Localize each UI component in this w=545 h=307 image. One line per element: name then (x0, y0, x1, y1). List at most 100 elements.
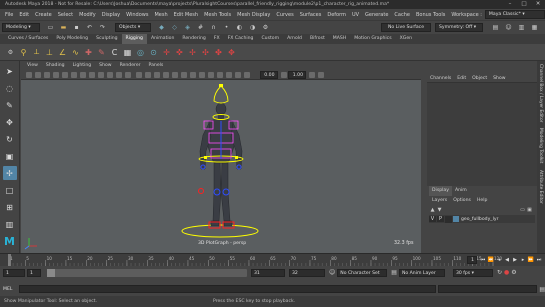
shelf-tab-arnold[interactable]: Arnold (283, 34, 306, 44)
anim-prefs-icon[interactable]: ⚙ (511, 269, 516, 276)
lasso-tool-icon[interactable]: ◌ (3, 81, 17, 95)
menu-edit-mesh[interactable]: Edit Mesh (171, 12, 201, 18)
outliner-layout-icon[interactable]: ▥ (3, 217, 17, 231)
shelf-tab-fx-caching[interactable]: FX Caching (224, 34, 258, 44)
field-chart-icon[interactable] (106, 71, 113, 78)
shelf-settings-icon[interactable]: ⚙ (5, 47, 16, 58)
new-layer-selected-icon[interactable]: ▣ (526, 207, 533, 213)
auto-key-icon[interactable]: ● (504, 269, 509, 276)
move-tool-icon[interactable]: ✥ (3, 115, 17, 129)
script-editor-icon[interactable]: ▤ (539, 286, 545, 293)
menu-mesh[interactable]: Mesh (151, 12, 170, 18)
redo-icon[interactable]: ↷ (97, 22, 108, 33)
command-input[interactable] (18, 285, 436, 293)
orient-constraint-icon[interactable]: ✢ (187, 47, 198, 58)
wireframe-on-shaded-icon[interactable] (163, 71, 169, 78)
select-tool-icon[interactable]: ➤ (3, 64, 17, 78)
channel-box-menu-show[interactable]: Show (490, 74, 508, 83)
side-tab-attribute-editor[interactable]: Attribute Editor (538, 167, 543, 207)
anti-aliasing-icon[interactable] (217, 71, 223, 78)
motion-blur-icon[interactable] (208, 71, 214, 78)
loop-icon[interactable]: ↻ (497, 269, 502, 276)
aim-constraint-icon[interactable]: ✤ (213, 47, 224, 58)
undo-icon[interactable]: ↶ (84, 22, 95, 33)
channel-box-menu-object[interactable]: Object (469, 74, 490, 83)
camera-attributes-icon[interactable] (43, 71, 50, 78)
range-slider-handle[interactable] (47, 268, 55, 277)
current-frame-field[interactable]: 1 (467, 256, 477, 264)
workspace-dropdown[interactable]: Maya Classic* ▾ (484, 10, 545, 19)
character-set-icon[interactable]: ☺ (329, 269, 335, 276)
rotate-tool-icon[interactable]: ↻ (3, 132, 17, 146)
viewport-menu-lighting[interactable]: Lighting (69, 61, 96, 70)
shelf-tab-rigging[interactable]: Rigging (121, 34, 147, 44)
smooth-shade-icon[interactable] (145, 71, 151, 78)
point-constraint-icon[interactable]: ✜ (174, 47, 185, 58)
symmetry-dropdown[interactable]: Symmetry: Off ▾ (435, 23, 483, 32)
resolution-gate-icon[interactable] (88, 71, 95, 78)
use-all-lights-icon[interactable] (181, 71, 187, 78)
menu-surfaces[interactable]: Surfaces (297, 12, 325, 18)
menu-windows[interactable]: Windows (123, 12, 151, 18)
safe-action-icon[interactable] (115, 71, 122, 78)
pole-vector-icon[interactable]: ✥ (226, 47, 237, 58)
anim-layer-icon[interactable]: ▤ (391, 269, 397, 276)
animation-end-field[interactable]: 32 (289, 268, 325, 277)
maximize-icon[interactable]: □ (517, 0, 531, 9)
layer-tab-anim[interactable]: Anim (452, 186, 470, 196)
layer-visibility-toggle[interactable]: V (429, 216, 436, 222)
selection-mode-dropdown[interactable]: Objects ▾ (115, 23, 151, 32)
wireframe-icon[interactable] (136, 71, 142, 78)
shelf-tab-curves-surfaces[interactable]: Curves / Surfaces (4, 34, 52, 44)
grid-icon[interactable] (70, 71, 77, 78)
create-joints-icon[interactable]: ⚲ (18, 47, 29, 58)
menu-create[interactable]: Create (32, 12, 55, 18)
shelf-tab-rendering[interactable]: Rendering (178, 34, 209, 44)
mirror-joints-icon[interactable]: ⟂ (31, 47, 42, 58)
xray-icon[interactable] (235, 71, 241, 78)
side-tab-channel-box-layer-editor[interactable]: Channel Box / Layer Editor (538, 61, 543, 125)
move-layer-up-icon[interactable]: ▲ (429, 207, 436, 213)
playback-end-field[interactable]: 31 (251, 268, 285, 277)
open-scene-icon[interactable]: ▬ (58, 22, 69, 33)
screen-space-ao-icon[interactable] (199, 71, 205, 78)
new-layer-icon[interactable]: ▭ (519, 207, 526, 213)
shadows-icon[interactable] (190, 71, 196, 78)
viewport-panel[interactable]: View Shading Lighting Show Renderer Panels 0.… (21, 61, 421, 253)
isolate-select-icon[interactable] (226, 71, 232, 78)
fps-dropdown[interactable]: 30 fps ▾ (452, 268, 493, 277)
menu-select[interactable]: Select (55, 12, 76, 18)
modeling-toolkit-icon[interactable]: ▤ (490, 22, 501, 33)
close-icon[interactable]: ✕ (531, 0, 545, 9)
gamma-icon[interactable] (280, 71, 287, 78)
select-camera-icon[interactable] (25, 71, 32, 78)
shelf-tab-fx[interactable]: FX (210, 34, 224, 44)
ipr-render-icon[interactable]: ◑ (247, 22, 258, 33)
viewport-menu-renderer[interactable]: Renderer (116, 61, 145, 70)
xray-joints-icon[interactable] (244, 71, 250, 78)
step-back-frame-icon[interactable]: ◂ (496, 256, 503, 264)
snap-grid-icon[interactable]: # (195, 22, 206, 33)
live-surface-field[interactable]: No Live Surface (381, 23, 431, 32)
color-management-icon[interactable] (309, 71, 315, 78)
select-by-component-icon[interactable]: ◈ (182, 22, 193, 33)
range-slider[interactable] (47, 268, 247, 277)
layer-display-type[interactable] (445, 215, 452, 223)
snap-curve-icon[interactable]: ∩ (208, 22, 219, 33)
viewport-menu-show[interactable]: Show (95, 61, 115, 70)
gamma-field[interactable]: 1.00 (288, 70, 306, 79)
select-by-object-icon[interactable]: ◇ (169, 22, 180, 33)
render-settings-icon[interactable]: ⚙ (260, 22, 271, 33)
play-forwards-icon[interactable]: ▶ (512, 256, 519, 264)
shelf-tab-sculpting[interactable]: Sculpting (92, 34, 121, 44)
channel-box-menu-channels[interactable]: Channels (427, 74, 454, 83)
layer-menu-help[interactable]: Help (474, 196, 490, 205)
menu-file[interactable]: File (2, 12, 16, 18)
film-gate-icon[interactable] (79, 71, 86, 78)
ik-spline-icon[interactable]: ∿ (70, 47, 81, 58)
shelf-tab-custom[interactable]: Custom (257, 34, 283, 44)
shelf-tab-poly-modeling[interactable]: Poly Modeling (52, 34, 92, 44)
anim-layer-dropdown[interactable]: No Anim Layer (398, 268, 445, 277)
viewport-menu-view[interactable]: View (23, 61, 42, 70)
shelf-tab-motion-graphics[interactable]: Motion Graphics (350, 34, 395, 44)
